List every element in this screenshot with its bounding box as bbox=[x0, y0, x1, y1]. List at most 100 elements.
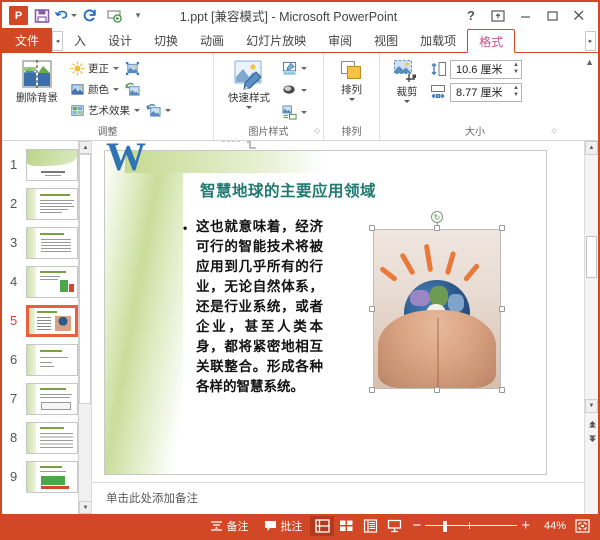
save-icon[interactable] bbox=[31, 5, 53, 27]
editor-scroll-down-button[interactable]: ▼ bbox=[585, 399, 598, 413]
tab-scroll-left-button[interactable]: ◂ bbox=[52, 31, 64, 51]
thumbnail-preview[interactable] bbox=[26, 382, 78, 415]
remove-background-button[interactable]: 删除背景 bbox=[6, 56, 68, 104]
thumbnail-preview[interactable] bbox=[26, 148, 78, 181]
thumbnail-scrollbar-thumb[interactable] bbox=[79, 154, 91, 404]
corrections-caret[interactable] bbox=[113, 67, 119, 70]
slide-canvas[interactable]: 智慧地球的主要应用领域 • 这也就意味着，经济可行的智能技术将被应用到几乎所有的… bbox=[104, 150, 547, 475]
picture-layout-button[interactable] bbox=[280, 103, 309, 123]
quick-styles-button[interactable]: 快速样式 bbox=[218, 56, 280, 109]
ribbon-display-options-button[interactable] bbox=[485, 5, 511, 27]
reset-picture-caret[interactable] bbox=[165, 109, 171, 112]
tab-transitions[interactable]: 切换 bbox=[143, 29, 189, 52]
thumbnail-scroll-up-button[interactable]: ▲ bbox=[79, 141, 91, 154]
tab-format[interactable]: 格式 bbox=[467, 29, 516, 53]
corrections-button[interactable]: 更正 bbox=[68, 59, 121, 79]
zoom-track[interactable] bbox=[425, 520, 518, 532]
thumbnail-preview-selected[interactable] bbox=[26, 304, 78, 337]
close-button[interactable] bbox=[566, 5, 592, 27]
picture-effects-button[interactable] bbox=[280, 81, 309, 101]
thumbnail-preview[interactable] bbox=[26, 187, 78, 220]
shape-width-field[interactable]: 8.77 厘米 ▲ ▼ bbox=[450, 82, 522, 102]
minimize-button[interactable] bbox=[512, 5, 538, 27]
rotate-handle[interactable]: ↻ bbox=[431, 211, 443, 223]
artistic-effects-caret[interactable] bbox=[134, 109, 140, 112]
compress-pictures-button[interactable] bbox=[123, 59, 142, 79]
picture-layout-caret[interactable] bbox=[301, 111, 307, 114]
redo-icon[interactable] bbox=[79, 5, 101, 27]
size-dialog-launcher[interactable]: ⬦ bbox=[551, 123, 557, 138]
shape-height-spinner[interactable]: ▲ ▼ bbox=[511, 62, 519, 75]
comments-button[interactable]: 批注 bbox=[256, 516, 310, 536]
color-caret[interactable] bbox=[113, 88, 119, 91]
maximize-button[interactable] bbox=[539, 5, 565, 27]
tab-design[interactable]: 设计 bbox=[97, 29, 143, 52]
thumbnail-preview[interactable] bbox=[26, 343, 78, 376]
slideshow-icon[interactable] bbox=[103, 5, 125, 27]
thumbnail-preview[interactable] bbox=[26, 265, 78, 298]
picture-effects-caret[interactable] bbox=[301, 89, 307, 92]
thumbnail-scroll-down-button[interactable]: ▼ bbox=[79, 501, 91, 514]
earth-in-hands-picture[interactable]: ↻ bbox=[369, 211, 505, 393]
fit-slide-to-window-button[interactable] bbox=[573, 518, 591, 534]
customize-qat-icon[interactable]: ▾ bbox=[127, 5, 149, 27]
artistic-effects-button[interactable]: 艺术效果 bbox=[68, 101, 142, 121]
slide-editor[interactable]: W 智慧地球的主要应用领域 • 这也就意味着，经济可行的智能技术将被应用到几乎所… bbox=[92, 141, 598, 514]
arrange-caret[interactable] bbox=[348, 98, 355, 101]
reading-view-button[interactable] bbox=[358, 516, 382, 536]
resize-handle-middle-left[interactable] bbox=[369, 306, 375, 312]
resize-handle-top-right[interactable] bbox=[499, 225, 505, 231]
shape-height-field[interactable]: 10.6 厘米 ▲ ▼ bbox=[450, 59, 522, 79]
editor-vertical-scrollbar[interactable]: ▲ ▼ bbox=[584, 141, 598, 514]
thumbnail-preview[interactable] bbox=[26, 460, 78, 493]
resize-handle-bottom-center[interactable] bbox=[434, 387, 440, 393]
zoom-out-button[interactable]: − bbox=[412, 518, 421, 533]
collapse-ribbon-button[interactable]: ▲ bbox=[585, 57, 594, 67]
thumbnail-scrollbar[interactable]: ▲ ▼ bbox=[78, 141, 91, 514]
tab-file[interactable]: 文件 bbox=[2, 28, 53, 52]
zoom-slider[interactable]: − + bbox=[406, 518, 536, 533]
reset-picture-button[interactable] bbox=[144, 101, 173, 121]
resize-handle-top-left[interactable] bbox=[369, 225, 375, 231]
previous-slide-button[interactable] bbox=[586, 417, 598, 430]
normal-view-button[interactable] bbox=[310, 516, 335, 536]
picture-styles-dialog-launcher[interactable]: ⬦ bbox=[314, 123, 320, 138]
arrange-button[interactable]: 排列 bbox=[328, 56, 375, 101]
thumbnail-preview[interactable] bbox=[26, 421, 78, 454]
editor-scroll-up-button[interactable]: ▲ bbox=[585, 141, 598, 155]
slide-body-placeholder[interactable]: • 这也就意味着，经济可行的智能技术将被应用到几乎所有的行业，无论自然体系，还是… bbox=[183, 217, 323, 397]
tab-slideshow[interactable]: 幻灯片放映 bbox=[235, 29, 317, 52]
editor-scrollbar-thumb[interactable] bbox=[586, 236, 597, 278]
resize-handle-middle-right[interactable] bbox=[499, 306, 505, 312]
quick-styles-caret[interactable] bbox=[246, 106, 252, 109]
resize-handle-bottom-left[interactable] bbox=[369, 387, 375, 393]
slide-title[interactable]: 智慧地球的主要应用领域 bbox=[200, 179, 376, 201]
tab-animations[interactable]: 动画 bbox=[189, 29, 235, 52]
zoom-in-button[interactable]: + bbox=[521, 518, 530, 533]
color-button[interactable]: 颜色 bbox=[68, 80, 121, 100]
zoom-level-label[interactable]: 44% bbox=[536, 520, 566, 532]
crop-caret[interactable] bbox=[404, 100, 410, 103]
tab-addins[interactable]: 加载项 bbox=[409, 29, 467, 52]
crop-button[interactable]: 裁剪 bbox=[384, 56, 430, 103]
notes-pane[interactable]: 单击此处添加备注 bbox=[92, 482, 584, 514]
picture-border-caret[interactable] bbox=[301, 67, 307, 70]
tab-insert[interactable]: 入 bbox=[63, 29, 97, 52]
undo-icon[interactable] bbox=[55, 5, 77, 27]
picture-border-button[interactable] bbox=[280, 59, 309, 79]
help-button[interactable]: ? bbox=[458, 5, 484, 27]
next-slide-button[interactable] bbox=[586, 432, 598, 445]
notes-button[interactable]: 备注 bbox=[202, 516, 256, 536]
shape-width-spinner[interactable]: ▲ ▼ bbox=[511, 85, 519, 98]
slideshow-view-button[interactable] bbox=[382, 516, 406, 536]
thumbnail-preview[interactable] bbox=[26, 226, 78, 259]
zoom-track-knob[interactable] bbox=[443, 521, 448, 532]
change-picture-button[interactable] bbox=[123, 80, 142, 100]
tab-scroll-right-button[interactable]: ▸ bbox=[585, 31, 596, 51]
resize-handle-top-center[interactable] bbox=[434, 225, 440, 231]
slide-sorter-view-button[interactable] bbox=[334, 516, 358, 536]
tab-review[interactable]: 审阅 bbox=[317, 29, 363, 52]
undo-dropdown-caret[interactable] bbox=[71, 14, 77, 17]
tab-view[interactable]: 视图 bbox=[363, 29, 409, 52]
resize-handle-bottom-right[interactable] bbox=[499, 387, 505, 393]
